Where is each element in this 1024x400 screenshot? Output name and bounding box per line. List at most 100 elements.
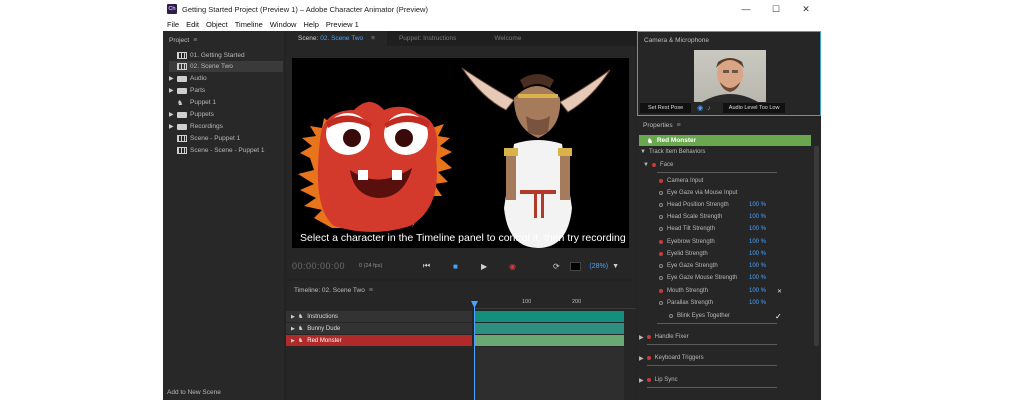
property-mouth[interactable]: Mouth Strength 100 % ✕: [659, 285, 809, 297]
camera-toggle-icon[interactable]: ◉: [697, 104, 703, 112]
project-item[interactable]: ▶ Recordings: [169, 121, 223, 132]
unarmed-dot-icon[interactable]: [659, 276, 663, 280]
armed-dot-icon[interactable]: [646, 356, 651, 360]
add-to-new-scene-button[interactable]: Add to New Scene: [167, 387, 221, 398]
unarmed-dot-icon[interactable]: [659, 191, 663, 195]
behavior-keyboard-triggers[interactable]: ▶ Keyboard Triggers: [639, 352, 704, 364]
project-item[interactable]: ▶ Puppets: [169, 109, 214, 120]
stop-icon[interactable]: ■: [453, 262, 458, 271]
track-bar[interactable]: [474, 311, 624, 322]
unarmed-dot-icon[interactable]: [659, 227, 663, 231]
zoom-level[interactable]: (28%) ▼: [589, 263, 619, 270]
track-bar[interactable]: [474, 323, 624, 334]
expand-arrow-icon[interactable]: ▶: [291, 338, 295, 344]
tab-scene[interactable]: Scene: 02. Scene Two ≡: [286, 31, 387, 46]
go-to-start-icon[interactable]: ⏮: [423, 261, 430, 271]
tab-welcome[interactable]: Welcome: [482, 31, 533, 46]
face-behavior-toggle[interactable]: ▼ Face: [643, 159, 673, 171]
expand-arrow-icon[interactable]: ▶: [291, 326, 295, 332]
property-head-position[interactable]: Head Position Strength 100 %: [659, 199, 779, 211]
property-eyelid[interactable]: Eyelid Strength 100 %: [659, 248, 779, 260]
menu-edit[interactable]: Edit: [186, 20, 199, 29]
microphone-icon[interactable]: ♪: [707, 105, 711, 112]
expand-arrow-icon[interactable]: ▶: [639, 377, 644, 384]
project-item[interactable]: Scene - Scene - Puppet 1: [169, 145, 264, 156]
property-value[interactable]: 100 %: [749, 263, 766, 269]
collapse-arrow-icon[interactable]: ▼: [643, 162, 649, 168]
timeline-empty-area[interactable]: [474, 347, 624, 400]
panel-menu-icon[interactable]: ≡: [193, 37, 197, 44]
armed-dot-icon[interactable]: [659, 289, 663, 293]
property-head-tilt[interactable]: Head Tilt Strength 100 %: [659, 223, 779, 235]
menu-preview[interactable]: Preview 1: [326, 20, 359, 29]
armed-dot-icon[interactable]: [659, 179, 663, 183]
collapse-arrow-icon[interactable]: ▼: [640, 149, 646, 155]
expand-arrow-icon[interactable]: ▶: [169, 123, 177, 130]
property-value[interactable]: 100 %: [749, 239, 766, 245]
property-value[interactable]: 100 %: [749, 226, 766, 232]
project-item[interactable]: Scene - Puppet 1: [169, 133, 240, 144]
timeline-track[interactable]: ▶ ♞ Instructions: [286, 311, 636, 322]
tab-puppet[interactable]: Puppet: Instructions: [387, 31, 468, 46]
panel-menu-icon[interactable]: ≡: [371, 35, 375, 42]
unarmed-dot-icon[interactable]: [659, 215, 663, 219]
property-head-scale[interactable]: Head Scale Strength 100 %: [659, 211, 779, 223]
reset-x-icon[interactable]: ✕: [777, 288, 782, 295]
track-header[interactable]: ▶ ♞ Bunny Dude: [286, 323, 472, 334]
property-value[interactable]: 100 %: [749, 275, 766, 281]
project-item[interactable]: ▶ Audio: [169, 73, 207, 84]
unarmed-dot-icon[interactable]: [659, 203, 663, 207]
track-item-behaviors-toggle[interactable]: ▼ Track Item Behaviors: [640, 146, 705, 158]
project-item[interactable]: ▶ Parts: [169, 85, 205, 96]
background-toggle-icon[interactable]: [570, 261, 581, 271]
menu-object[interactable]: Object: [206, 20, 228, 29]
expand-arrow-icon[interactable]: ▶: [169, 87, 177, 94]
track-header[interactable]: ▶ ♞ Instructions: [286, 311, 472, 322]
armed-dot-icon[interactable]: [659, 252, 663, 256]
expand-arrow-icon[interactable]: ▶: [169, 75, 177, 82]
armed-dot-icon[interactable]: [646, 378, 651, 382]
property-value[interactable]: 100 %: [749, 251, 766, 257]
behavior-handle-fixer[interactable]: ▶ Handle Fixer: [639, 331, 689, 343]
properties-scrollbar[interactable]: [814, 146, 819, 346]
armed-dot-icon[interactable]: [659, 240, 663, 244]
play-icon[interactable]: ▶: [481, 262, 487, 271]
property-value[interactable]: 100 %: [749, 288, 766, 294]
property-parallax[interactable]: Parallax Strength 100 %: [659, 297, 779, 309]
armed-dot-icon[interactable]: [646, 335, 651, 339]
behavior-lip-sync[interactable]: ▶ Lip Sync: [639, 374, 678, 386]
expand-arrow-icon[interactable]: ▶: [639, 334, 644, 341]
unarmed-dot-icon[interactable]: [669, 314, 673, 318]
playhead[interactable]: [474, 301, 475, 400]
expand-arrow-icon[interactable]: ▶: [291, 314, 295, 320]
scene-canvas[interactable]: Select a character in the Timeline panel…: [292, 58, 629, 248]
property-eye-gaze[interactable]: Eye Gaze Strength 100 %: [659, 260, 779, 272]
project-item[interactable]: 01. Getting Started: [169, 50, 245, 61]
panel-menu-icon[interactable]: ≡: [369, 287, 373, 294]
project-item[interactable]: ♞ Puppet 1: [169, 97, 216, 108]
unarmed-dot-icon[interactable]: [659, 301, 663, 305]
track-header[interactable]: ▶ ♞ Red Monster: [286, 335, 472, 346]
unarmed-dot-icon[interactable]: [659, 264, 663, 268]
loop-icon[interactable]: ⟳: [553, 262, 560, 271]
menu-window[interactable]: Window: [270, 20, 297, 29]
expand-arrow-icon[interactable]: ▶: [639, 355, 644, 362]
menu-file[interactable]: File: [167, 20, 179, 29]
minimize-button[interactable]: —: [731, 0, 761, 18]
close-button[interactable]: ✕: [791, 0, 821, 18]
timeline-track[interactable]: ▶ ♞ Bunny Dude: [286, 323, 636, 334]
menu-help[interactable]: Help: [303, 20, 318, 29]
checkmark-icon[interactable]: ✓: [775, 312, 782, 321]
armed-dot-icon[interactable]: [651, 163, 656, 167]
track-bar[interactable]: [474, 335, 624, 346]
timeline-track-selected[interactable]: ▶ ♞ Red Monster: [286, 335, 636, 346]
property-value[interactable]: 100 %: [749, 214, 766, 220]
property-value[interactable]: 100 %: [749, 300, 766, 306]
timeline-ruler[interactable]: 100 200: [474, 299, 636, 309]
property-eyebrow[interactable]: Eyebrow Strength 100 %: [659, 236, 779, 248]
property-blink-eyes-together[interactable]: Blink Eyes Together ✓: [669, 310, 809, 322]
property-camera-input[interactable]: Camera Input: [659, 175, 703, 187]
property-eye-gaze-mouse[interactable]: Eye Gaze Mouse Strength 100 %: [659, 272, 779, 284]
property-eye-gaze-mouse-input[interactable]: Eye Gaze via Mouse Input: [659, 187, 737, 199]
expand-arrow-icon[interactable]: ▶: [169, 111, 177, 118]
